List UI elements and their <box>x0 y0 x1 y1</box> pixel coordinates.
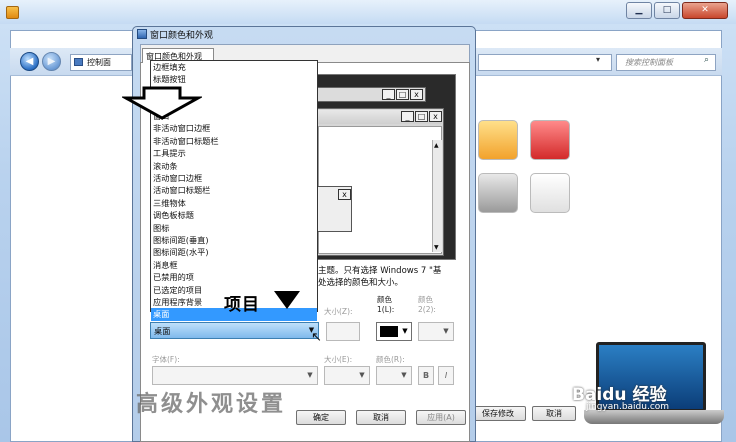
color1-dropdown-icon[interactable]: ▼ <box>400 322 410 340</box>
list-item[interactable]: 三维物体 <box>153 197 317 209</box>
scroll-up-icon: ▲ <box>434 142 439 149</box>
cp-cancel-button[interactable]: 取消 <box>532 406 576 421</box>
description-line1: 主题。只有选择 Windows 7 "基 <box>318 266 442 276</box>
font-size-label: 大小(E): <box>324 355 353 364</box>
preview-maximize-icon: □ <box>396 89 409 100</box>
search-icon[interactable]: ⌕ <box>704 55 709 65</box>
dialog-icon <box>137 29 147 39</box>
dialog-title: 窗口颜色和外观 <box>150 31 214 41</box>
list-item[interactable]: 边框填充 <box>153 61 317 73</box>
bold-button[interactable]: B <box>418 366 434 385</box>
color1-swatch <box>380 326 398 337</box>
list-item[interactable]: 活动窗口边框 <box>153 172 317 184</box>
color-tile-white[interactable] <box>530 173 570 213</box>
list-item[interactable]: 图标间距(垂直) <box>153 234 317 246</box>
annotation-advanced-label: 高级外观设置 <box>136 391 287 417</box>
size-input[interactable] <box>326 322 360 341</box>
list-item[interactable]: 非活动窗口标题栏 <box>153 135 317 147</box>
annotation-triangle-icon <box>274 291 300 309</box>
font-color-dropdown-icon[interactable]: ▼ <box>398 366 410 384</box>
list-item[interactable]: 图标间距(水平) <box>153 246 317 258</box>
font-color-label: 颜色(R): <box>376 355 405 364</box>
description-line2: 处选择的颜色和大小。 <box>318 278 404 288</box>
preview2-close-icon: x <box>429 111 442 122</box>
list-item[interactable]: 已禁用的项 <box>153 271 317 283</box>
save-changes-button[interactable]: 保存修改 <box>470 406 526 421</box>
preview2-maximize-icon: □ <box>415 111 428 122</box>
font-size-dropdown-icon[interactable]: ▼ <box>356 366 368 384</box>
cancel-button[interactable]: 取消 <box>356 410 406 425</box>
list-item[interactable]: 工具提示 <box>153 147 317 159</box>
mouse-cursor-icon: ↖ <box>311 330 322 345</box>
preview-minimize-icon: _ <box>382 89 395 100</box>
preview2-minimize-icon: _ <box>401 111 414 122</box>
list-item[interactable]: 消息框 <box>153 259 317 271</box>
list-item[interactable]: 调色板标题 <box>153 209 317 221</box>
item-combobox-value: 桌面 <box>154 326 171 336</box>
preview-close-icon: x <box>410 89 423 100</box>
preview-scrollbar <box>432 140 442 252</box>
laptop-base-image <box>584 410 724 424</box>
list-item[interactable]: 标题按钮 <box>153 73 317 85</box>
search-input[interactable]: 搜索控制面板 <box>616 54 716 71</box>
annotation-arrow-icon <box>122 86 202 120</box>
color-tile-gray[interactable] <box>478 173 518 213</box>
list-item[interactable]: 活动窗口标题栏 <box>153 184 317 196</box>
list-item[interactable]: 滚动条 <box>153 160 317 172</box>
color-tile-orange[interactable] <box>478 120 518 160</box>
color1-label: 颜色 1(L): <box>377 295 395 314</box>
font-label: 字体(F): <box>152 355 180 364</box>
scroll-down-icon: ▼ <box>434 244 439 251</box>
ok-button[interactable]: 确定 <box>296 410 346 425</box>
dropdown-arrow-icon[interactable]: ▾ <box>596 55 600 64</box>
list-item[interactable]: 非活动窗口边框 <box>153 122 317 134</box>
preview-msg-close-icon: x <box>338 189 351 200</box>
app-icon <box>6 6 19 19</box>
minimize-button[interactable]: ▁ <box>626 2 652 19</box>
forward-arrow-icon[interactable]: ▶ <box>42 52 61 71</box>
address-text: 控制面 <box>87 58 111 67</box>
color2-dropdown-icon[interactable]: ▼ <box>440 322 452 340</box>
annotation-item-label: 项目 <box>224 295 260 315</box>
apply-button[interactable]: 应用(A) <box>416 410 466 425</box>
maximize-button[interactable]: □ <box>654 2 680 19</box>
color-tile-red[interactable] <box>530 120 570 160</box>
item-combobox[interactable] <box>150 322 319 339</box>
back-arrow-icon[interactable]: ◀ <box>20 52 39 71</box>
color2-label: 颜色 2(2): <box>418 295 436 314</box>
font-select[interactable] <box>152 366 318 385</box>
control-panel-icon <box>74 58 83 66</box>
size-label: 大小(Z): <box>324 307 353 316</box>
address-bar-right[interactable] <box>478 54 612 71</box>
watermark-url: jingyan.baidu.com <box>586 402 670 412</box>
close-button[interactable]: ✕ <box>682 2 728 19</box>
italic-button[interactable]: I <box>438 366 454 385</box>
list-item[interactable]: 图标 <box>153 222 317 234</box>
font-dropdown-icon[interactable]: ▼ <box>304 366 316 384</box>
